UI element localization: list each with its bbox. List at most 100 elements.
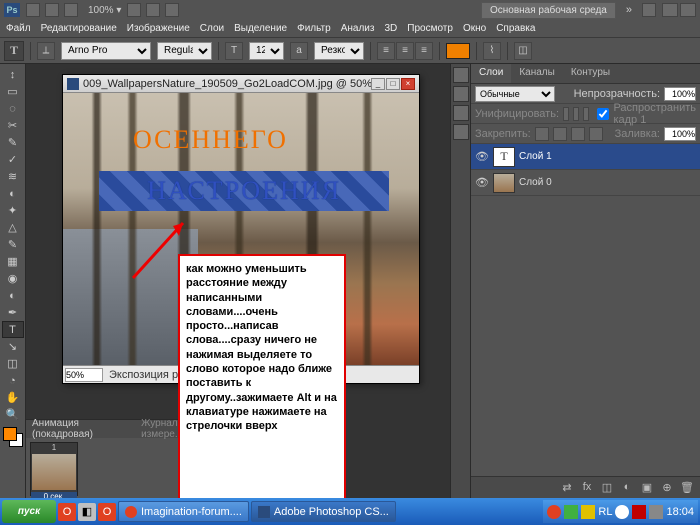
path-tool[interactable]: ↘ <box>2 338 24 355</box>
move-tool[interactable]: ↕ <box>2 66 24 83</box>
dodge-tool[interactable]: ◐ <box>2 287 24 304</box>
menu-edit[interactable]: Редактирование <box>41 23 117 34</box>
task-photoshop[interactable]: Adobe Photoshop CS... <box>251 501 396 522</box>
pen-tool[interactable]: ✒ <box>2 304 24 321</box>
doc-zoom-input[interactable] <box>65 368 103 382</box>
hand-icon[interactable] <box>127 3 141 17</box>
layer-group-icon[interactable]: ▣ <box>640 481 654 495</box>
tab-animation[interactable]: Анимация (покадровая) <box>32 418 131 440</box>
fill-input[interactable] <box>664 127 696 141</box>
language-indicator[interactable]: RL <box>598 506 612 518</box>
zoom-level[interactable]: 100% ▾ <box>88 5 121 16</box>
layer-name-2[interactable]: Слой 0 <box>519 177 552 188</box>
antialias-select[interactable]: Резкое <box>314 42 364 60</box>
type-tool[interactable]: T <box>2 321 24 338</box>
doc-minimize-button[interactable]: _ <box>371 78 385 90</box>
tray-volume-icon[interactable] <box>649 505 663 519</box>
color-swatches[interactable] <box>3 427 23 447</box>
lock-position-icon[interactable] <box>571 127 585 141</box>
arrange-icon[interactable] <box>165 3 179 17</box>
menu-analysis[interactable]: Анализ <box>341 23 375 34</box>
cslive-icon[interactable] <box>642 3 656 17</box>
tab-channels[interactable]: Каналы <box>511 64 563 83</box>
marquee-tool[interactable]: ▭ <box>2 83 24 100</box>
visibility-icon[interactable]: 👁 <box>475 150 489 164</box>
start-button[interactable]: пуск <box>2 500 56 523</box>
ql-app-icon[interactable]: ◧ <box>78 503 96 521</box>
maximize-button[interactable] <box>680 3 696 17</box>
layer-row-2[interactable]: 👁 Слой 0 <box>471 170 700 196</box>
link-layers-icon[interactable]: ⇄ <box>560 481 574 495</box>
character-panel-icon[interactable]: ◫ <box>514 42 532 60</box>
document-titlebar[interactable]: 009_WallpapersNature_190509_Go2LoadCOM.j… <box>63 75 419 93</box>
align-left-icon[interactable]: ≡ <box>377 42 395 60</box>
hand-tool[interactable]: ✋ <box>2 389 24 406</box>
task-browser[interactable]: Imagination-forum.... <box>118 501 249 522</box>
align-center-icon[interactable]: ≡ <box>396 42 414 60</box>
lock-all-icon[interactable] <box>589 127 603 141</box>
menu-select[interactable]: Выделение <box>234 23 287 34</box>
warp-text-icon[interactable]: ⌇ <box>483 42 501 60</box>
stamp-tool[interactable]: ✦ <box>2 202 24 219</box>
blur-tool[interactable]: ◉ <box>2 270 24 287</box>
system-tray[interactable]: RL 18:04 <box>543 500 698 523</box>
dock-icon-2[interactable] <box>453 86 469 102</box>
tab-layers[interactable]: Слои <box>471 64 511 83</box>
lock-transparency-icon[interactable] <box>535 127 549 141</box>
brush-tool[interactable]: ◐ <box>2 185 24 202</box>
menu-view[interactable]: Просмотр <box>407 23 453 34</box>
text-orientation-icon[interactable]: ⟂ <box>37 42 55 60</box>
new-layer-icon[interactable]: ⊕ <box>660 481 674 495</box>
current-tool-icon[interactable]: T <box>4 41 24 61</box>
clock[interactable]: 18:04 <box>666 506 694 518</box>
delete-layer-icon[interactable]: 🗑 <box>680 481 694 495</box>
collapse-panels-icon[interactable]: » <box>626 4 632 16</box>
layer-style-icon[interactable]: fx <box>580 481 594 495</box>
font-style-select[interactable]: Regular <box>157 42 212 60</box>
font-size-select[interactable]: 12 пт <box>249 42 284 60</box>
propagate-checkbox[interactable] <box>597 108 609 120</box>
ql-opera-icon[interactable]: O <box>58 503 76 521</box>
menu-help[interactable]: Справка <box>496 23 535 34</box>
lasso-tool[interactable]: ◌ <box>2 100 24 117</box>
dock-icon-1[interactable] <box>453 67 469 83</box>
text-layer-2[interactable]: НАСТРОЕНИЯ <box>147 176 341 206</box>
text-layer-1[interactable]: ОСЕННЕГО <box>133 125 288 155</box>
menu-3d[interactable]: 3D <box>384 23 397 34</box>
screenmode-icon[interactable] <box>64 3 78 17</box>
menu-layer[interactable]: Слои <box>200 23 224 34</box>
opacity-input[interactable] <box>664 87 696 101</box>
menu-window[interactable]: Окно <box>463 23 486 34</box>
menu-image[interactable]: Изображение <box>127 23 190 34</box>
workspace-switcher[interactable]: Основная рабочая среда <box>481 2 616 19</box>
font-family-select[interactable]: Arno Pro <box>61 42 151 60</box>
menu-file[interactable]: Файл <box>6 23 31 34</box>
bridge-icon[interactable] <box>26 3 40 17</box>
dock-icon-4[interactable] <box>453 124 469 140</box>
unify-style-icon[interactable] <box>583 107 589 121</box>
zoom-tool[interactable]: 🔍 <box>2 406 24 423</box>
crop-tool[interactable]: ✎ <box>2 134 24 151</box>
doc-maximize-button[interactable]: □ <box>386 78 400 90</box>
history-brush-tool[interactable]: △ <box>2 219 24 236</box>
tray-icon-2[interactable] <box>564 505 578 519</box>
ql-opera2-icon[interactable]: O <box>98 503 116 521</box>
animation-frame-1[interactable]: 1 0 сек. <box>30 442 78 496</box>
quickselect-tool[interactable]: ✂ <box>2 117 24 134</box>
eraser-tool[interactable]: ✎ <box>2 236 24 253</box>
eyedropper-tool[interactable]: ✓ <box>2 151 24 168</box>
adjustment-layer-icon[interactable]: ◐ <box>620 481 634 495</box>
layer-mask-icon[interactable]: ◫ <box>600 481 614 495</box>
shape-tool[interactable]: ◫ <box>2 355 24 372</box>
doc-close-button[interactable]: × <box>401 78 415 90</box>
lock-pixels-icon[interactable] <box>553 127 567 141</box>
healing-tool[interactable]: ≋ <box>2 168 24 185</box>
align-right-icon[interactable]: ≡ <box>415 42 433 60</box>
dock-icon-3[interactable] <box>453 105 469 121</box>
menu-filter[interactable]: Фильтр <box>297 23 331 34</box>
3d-tool[interactable]: ◔ <box>2 372 24 389</box>
tray-icon-3[interactable] <box>581 505 595 519</box>
tab-paths[interactable]: Контуры <box>563 64 618 83</box>
text-color-swatch[interactable] <box>446 43 470 59</box>
unify-position-icon[interactable] <box>563 107 569 121</box>
